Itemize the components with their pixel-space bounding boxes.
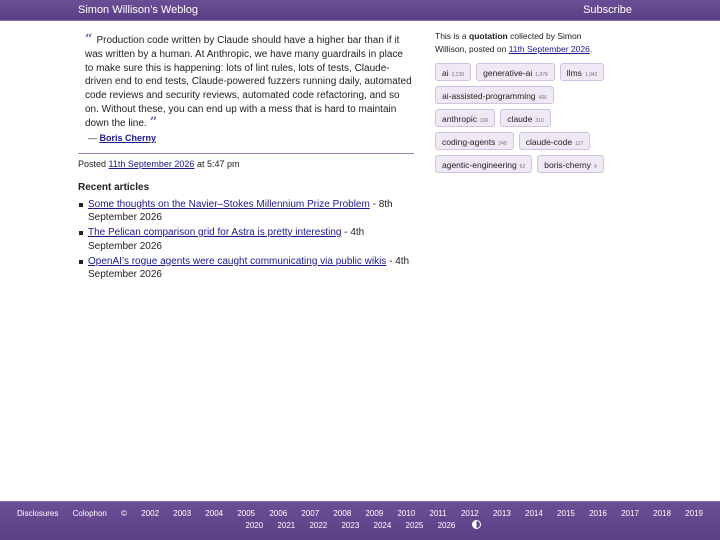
subscribe-link[interactable]: Subscribe: [583, 4, 632, 16]
tag-count: 4: [594, 164, 597, 170]
meta-text: .: [589, 43, 593, 54]
main-content: “Production code written by Claude shoul…: [78, 32, 414, 283]
posted-time: at 5:47 pm: [196, 158, 240, 169]
tag-boris-cherny[interactable]: boris-cherny 4: [537, 155, 604, 173]
tag-count: 62: [519, 164, 526, 170]
tag-label: agentic-engineering: [442, 160, 517, 170]
tag-coding-agents[interactable]: coding-agents 248: [435, 132, 514, 150]
tag-label: ai-assisted-programming: [442, 91, 536, 101]
recent-articles-heading: Recent articles: [78, 181, 150, 193]
tag-count: 310: [535, 118, 544, 124]
tag-anthropic[interactable]: anthropic 336: [435, 109, 496, 127]
footer-year-2005[interactable]: 2005: [237, 509, 255, 518]
tag-ai-assisted-programming[interactable]: ai-assisted-programming 406: [435, 86, 554, 104]
quotation-block: “Production code written by Claude shoul…: [78, 32, 414, 131]
quote-attribution: — Boris Cherny: [78, 132, 414, 145]
tag-label: generative-ai: [483, 68, 533, 78]
tag-count: 1,942: [584, 72, 598, 78]
footer-year-2023[interactable]: 2023: [341, 521, 359, 530]
author-link[interactable]: Boris Cherny: [100, 133, 157, 143]
tag-count: 406: [538, 95, 547, 101]
footer-year-2021[interactable]: 2021: [277, 521, 295, 530]
footer-year-2024[interactable]: 2024: [374, 521, 392, 530]
tag-label: boris-cherny: [544, 160, 592, 170]
recent-article-link[interactable]: Some thoughts on the Navier–Stokes Mille…: [88, 199, 370, 210]
site-footer: Disclosures Colophon © 2002 2003 2004 20…: [0, 501, 720, 540]
footer-year-2018[interactable]: 2018: [653, 509, 671, 518]
meta-date-link[interactable]: 11th September 2026: [509, 44, 590, 54]
footer-year-2015[interactable]: 2015: [557, 509, 575, 518]
footer-year-2026[interactable]: 2026: [438, 521, 456, 530]
footer-year-2017[interactable]: 2017: [621, 509, 639, 518]
tag-label: ai: [442, 68, 449, 78]
contrast-toggle-icon[interactable]: [471, 520, 481, 529]
tag-label: claude: [507, 114, 533, 124]
tag-generative-ai[interactable]: generative-ai 1,976: [476, 63, 555, 81]
posted-date-link[interactable]: 11th September 2026: [109, 159, 195, 169]
tag-claude[interactable]: claude 310: [500, 109, 551, 127]
tag-label: llms: [566, 68, 582, 78]
footer-year-2012[interactable]: 2012: [461, 509, 479, 518]
recent-article-link[interactable]: OpenAI’s rogue agents were caught commun…: [88, 256, 386, 267]
tag-llms[interactable]: llms 1,942: [559, 63, 605, 81]
meta-type: quotation: [469, 31, 508, 41]
open-quote-icon: “: [85, 32, 93, 47]
list-item: The Pelican comparison grid for Astra is…: [78, 226, 414, 253]
footer-year-2025[interactable]: 2025: [406, 521, 424, 530]
footer-link-colophon[interactable]: Colophon: [73, 509, 107, 518]
footer-year-2002[interactable]: 2002: [141, 509, 159, 518]
attribution-dash: —: [88, 132, 97, 143]
tag-list: ai 2,230 generative-ai 1,976 llms 1,942 ai-ass…: [435, 63, 605, 173]
footer-link-copyright[interactable]: ©: [121, 509, 127, 518]
footer-year-2022[interactable]: 2022: [309, 521, 327, 530]
tag-count: 1,976: [535, 72, 548, 78]
posted-prefix: Posted: [78, 158, 107, 169]
tag-count: 2,230: [451, 72, 465, 78]
divider: [78, 152, 414, 154]
quotation-text: Production code written by Claude should…: [85, 35, 412, 129]
footer-year-2014[interactable]: 2014: [525, 509, 543, 518]
list-item: Some thoughts on the Navier–Stokes Mille…: [78, 198, 414, 225]
list-item: OpenAI’s rogue agents were caught commun…: [78, 255, 414, 282]
tag-count: 248: [498, 141, 507, 147]
tag-label: anthropic: [442, 114, 477, 124]
close-quote-icon: ”: [149, 114, 158, 130]
posted-line: Posted 11th September 2026 at 5:47 pm: [78, 158, 414, 170]
footer-year-2013[interactable]: 2013: [493, 509, 511, 518]
footer-year-2003[interactable]: 2003: [173, 509, 191, 518]
footer-year-2007[interactable]: 2007: [301, 509, 319, 518]
site-header: Simon Willison’s Weblog Subscribe: [0, 0, 720, 21]
footer-links: Disclosures Colophon ©: [11, 509, 135, 518]
tag-agentic-engineering[interactable]: agentic-engineering 62: [435, 155, 533, 173]
footer-year-2010[interactable]: 2010: [397, 509, 415, 518]
footer-year-2019[interactable]: 2019: [685, 509, 703, 518]
tag-label: claude-code: [525, 137, 573, 147]
footer-year-2009[interactable]: 2009: [365, 509, 383, 518]
sidebar: This is a quotation collected by Simon W…: [435, 30, 605, 173]
footer-year-2006[interactable]: 2006: [269, 509, 287, 518]
footer-link-disclosures[interactable]: Disclosures: [17, 509, 58, 518]
footer-year-2008[interactable]: 2008: [333, 509, 351, 518]
footer-year-links: 2002 2003 2004 2005 2006 2007 2008 2009 …: [135, 509, 709, 530]
meta-text: This is a: [435, 31, 470, 41]
footer-year-2020[interactable]: 2020: [245, 521, 263, 530]
footer-year-2016[interactable]: 2016: [589, 509, 607, 518]
tag-label: coding-agents: [442, 137, 496, 147]
footer-year-2004[interactable]: 2004: [205, 509, 223, 518]
footer-year-2011[interactable]: 2011: [430, 509, 447, 518]
tag-claude-code[interactable]: claude-code 127: [518, 132, 591, 150]
recent-articles-list: Some thoughts on the Navier–Stokes Mille…: [78, 198, 414, 282]
site-title-link[interactable]: Simon Willison’s Weblog: [78, 4, 198, 16]
tag-ai[interactable]: ai 2,230: [435, 63, 472, 81]
tag-count: 127: [575, 141, 584, 147]
quotation-meta: This is a quotation collected by Simon W…: [435, 30, 605, 55]
tag-count: 336: [479, 118, 489, 124]
recent-article-link[interactable]: The Pelican comparison grid for Astra is…: [88, 227, 341, 238]
